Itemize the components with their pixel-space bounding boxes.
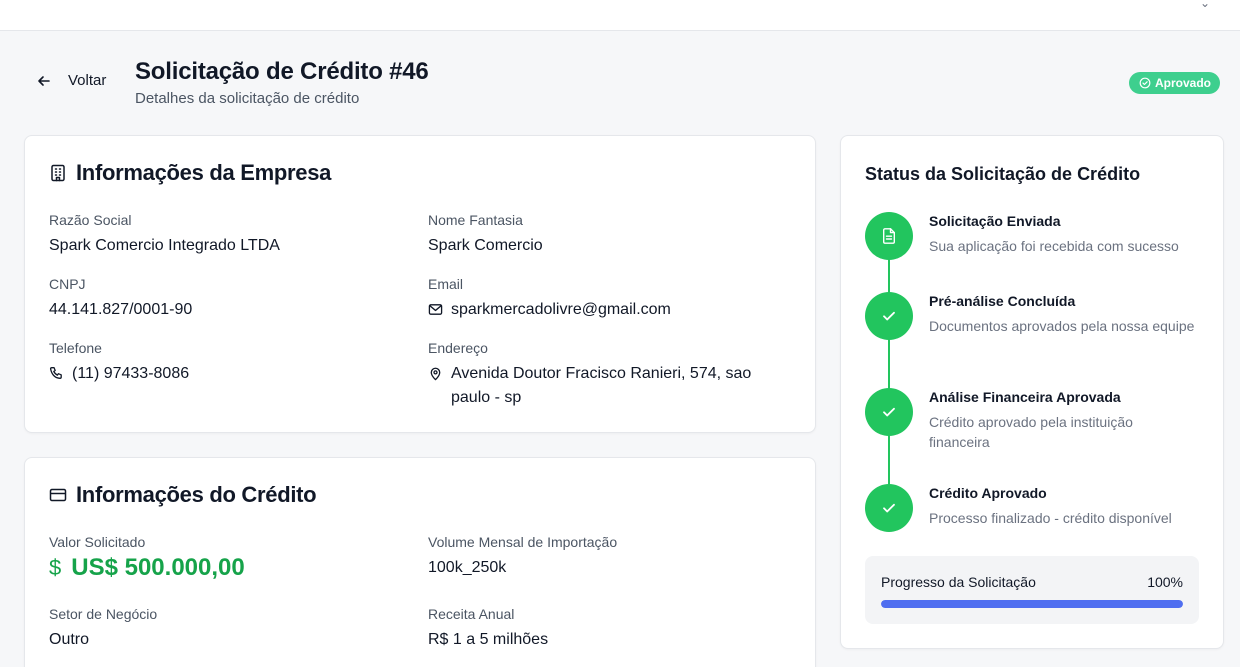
step-description: Documentos aprovados pela nossa equipe	[929, 318, 1195, 334]
receita-value: R$ 1 a 5 milhões	[428, 631, 549, 648]
status-heading: Status da Solicitação de Crédito	[865, 164, 1141, 184]
chevron-down-icon[interactable]: ⌄	[1200, 0, 1210, 10]
back-button[interactable]: Voltar	[36, 72, 106, 89]
step-title: Solicitação Enviada	[929, 213, 1061, 229]
map-pin-icon	[430, 367, 441, 381]
field-value: Spark Comercio	[428, 234, 543, 258]
field-endereco: Endereço Avenida Doutor Fracisco Ranieri…	[428, 340, 788, 410]
back-label: Voltar	[68, 72, 107, 89]
phone-icon	[49, 367, 62, 379]
step-indicator	[865, 388, 913, 436]
field-telefone: Telefone (11) 97433-8086	[49, 340, 189, 386]
timeline-connector	[888, 236, 890, 506]
volume-mensal-value: 100k_250k	[428, 559, 507, 576]
step-description: Crédito aprovado pela instituição financ…	[929, 414, 1133, 450]
document-icon	[883, 228, 895, 244]
dollar-icon: $	[49, 555, 62, 580]
step-indicator	[865, 212, 913, 260]
telefone-value[interactable]: (11) 97433-8086	[72, 362, 189, 386]
company-heading-text: Informações da Empresa	[76, 160, 332, 185]
field-label: Razão Social	[49, 212, 132, 228]
credit-card-icon	[49, 488, 67, 502]
credit-heading-text: Informações do Crédito	[76, 482, 317, 507]
step-description: Sua aplicação foi recebida com sucesso	[929, 238, 1179, 254]
email-value[interactable]: sparkmercadolivre@gmail.com	[451, 298, 671, 322]
check-icon	[883, 503, 895, 513]
field-value: 100k_250k	[428, 556, 617, 580]
field-value: Outro	[49, 628, 157, 652]
status-badge: Aprovado	[1129, 72, 1221, 94]
field-label: Nome Fantasia	[428, 212, 523, 228]
step-title: Análise Financeira Aprovada	[929, 389, 1121, 405]
field-value[interactable]: sparkmercadolivre@gmail.com	[428, 298, 671, 322]
mail-icon	[428, 304, 443, 315]
field-email: Email sparkmercadolivre@gmail.com	[428, 276, 671, 322]
field-label: Volume Mensal de Importação	[428, 534, 618, 550]
status-card: Status da Solicitação de Crédito Solicit…	[840, 135, 1224, 649]
top-bar: ⌄	[0, 0, 1240, 31]
field-value: Avenida Doutor Fracisco Ranieri, 574, sa…	[428, 362, 788, 410]
setor-value: Outro	[49, 631, 90, 648]
arrow-left-icon	[38, 75, 50, 86]
field-receita: Receita Anual R$ 1 a 5 milhões	[428, 606, 548, 652]
field-label: Valor Solicitado	[49, 534, 146, 550]
status-badge-label: Aprovado	[1155, 76, 1212, 90]
progress-bar-fill	[881, 600, 1183, 608]
step-title: Crédito Aprovado	[929, 485, 1047, 501]
field-label: Endereço	[428, 340, 488, 356]
field-value: 44.141.827/0001-90	[49, 298, 192, 322]
field-label: Telefone	[49, 340, 102, 356]
field-label: CNPJ	[49, 276, 86, 292]
step-indicator	[865, 292, 913, 340]
field-setor: Setor de Negócio Outro	[49, 606, 157, 652]
field-razao-social: Razão Social Spark Comercio Integrado LT…	[49, 212, 280, 258]
step-description: Processo finalizado - crédito disponível	[929, 510, 1172, 526]
company-info-heading: Informações da Empresa	[49, 160, 331, 186]
company-info-card: Informações da Empresa Razão Social Spar…	[24, 135, 816, 433]
building-icon	[51, 164, 65, 182]
field-cnpj: CNPJ 44.141.827/0001-90	[49, 276, 192, 322]
field-nome-fantasia: Nome Fantasia Spark Comercio	[428, 212, 543, 258]
progress-section: Progresso da Solicitação 100%	[865, 556, 1199, 624]
razao-social-value: Spark Comercio Integrado LTDA	[49, 237, 280, 254]
page-subtitle: Detalhes da solicitação de crédito	[135, 90, 360, 107]
valor-solicitado-value: US$ 500.000,00	[71, 554, 245, 581]
field-value: R$ 1 a 5 milhões	[428, 628, 548, 652]
cnpj-value: 44.141.827/0001-90	[49, 301, 193, 318]
page-title: Solicitação de Crédito #46	[135, 58, 429, 85]
field-volume-mensal: Volume Mensal de Importação 100k_250k	[428, 534, 617, 580]
progress-bar	[881, 600, 1183, 608]
field-value[interactable]: (11) 97433-8086	[49, 362, 189, 386]
progress-label: Progresso da Solicitação	[881, 574, 1036, 590]
field-value: Spark Comercio Integrado LTDA	[49, 234, 280, 258]
field-value: $ US$ 500.000,00	[49, 553, 245, 583]
step-title: Pré-análise Concluída	[929, 293, 1076, 309]
check-icon	[883, 311, 895, 321]
progress-value: 100%	[1147, 574, 1183, 590]
check-circle-icon	[1139, 77, 1151, 89]
nome-fantasia-value: Spark Comercio	[428, 237, 543, 254]
credit-info-card: Informações do Crédito Valor Solicitado …	[24, 457, 816, 667]
field-label: Receita Anual	[428, 606, 515, 622]
step-indicator	[865, 484, 913, 532]
field-label: Setor de Negócio	[49, 606, 158, 622]
field-valor-solicitado: Valor Solicitado $ US$ 500.000,00	[49, 534, 245, 583]
endereco-value: Avenida Doutor Fracisco Ranieri, 574, sa…	[451, 365, 752, 406]
credit-info-heading: Informações do Crédito	[49, 482, 317, 508]
field-label: Email	[428, 276, 464, 292]
check-icon	[883, 407, 895, 417]
